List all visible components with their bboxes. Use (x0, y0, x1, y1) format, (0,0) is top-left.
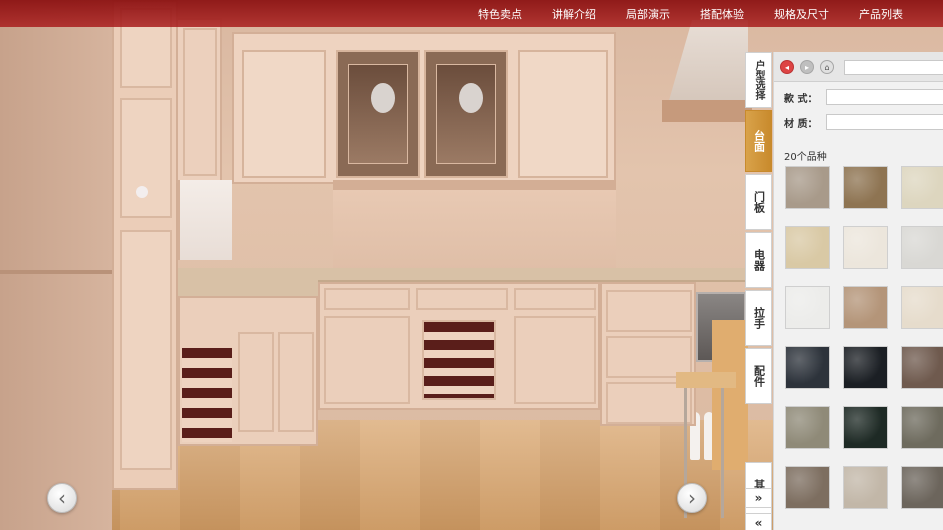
drawer-stack[interactable] (600, 282, 696, 426)
tab-handle[interactable]: 拉手 (745, 290, 772, 346)
tab-house-type[interactable]: 户型选择 (745, 52, 772, 108)
nav-item-match-experience[interactable]: 搭配体验 (700, 6, 744, 22)
material-panel: ◂ ▸ ⌂ 款 式： 材 质： 20个品种 (773, 52, 943, 530)
collapse-button[interactable]: « (745, 513, 772, 530)
panel-address-field[interactable] (844, 60, 943, 75)
nav-item-features[interactable]: 特色卖点 (478, 6, 522, 22)
material-swatch[interactable] (843, 346, 888, 389)
material-swatch[interactable] (843, 166, 888, 209)
chevron-right-icon: › (688, 486, 696, 510)
material-swatch[interactable] (785, 166, 830, 209)
wine-rack (182, 348, 232, 442)
style-select[interactable] (826, 89, 943, 105)
nav-menu: 特色卖点 讲解介绍 局部演示 搭配体验 规格及尺寸 产品列表 (478, 0, 903, 27)
variety-count: 20个品种 (784, 152, 827, 163)
upper-wall-cabinets[interactable] (232, 32, 616, 184)
tab-door-panel[interactable]: 门板 (745, 174, 772, 230)
material-swatch[interactable] (785, 466, 830, 509)
nav-item-partial-demo[interactable]: 局部演示 (626, 6, 670, 22)
chevron-left-icon: ‹ (58, 486, 66, 510)
tab-accessory[interactable]: 配件 (745, 348, 772, 404)
material-swatch[interactable] (785, 226, 830, 269)
double-chevron-left-icon: « (754, 516, 763, 530)
prev-arrow-button[interactable]: ‹ (47, 483, 77, 513)
category-tabs: 户型选择 台面 门板 电器 拉手 配件 其他 » « (745, 52, 772, 530)
material-select[interactable] (826, 114, 943, 130)
material-swatch[interactable] (843, 466, 888, 509)
material-swatch[interactable] (785, 406, 830, 449)
nav-item-specs[interactable]: 规格及尺寸 (774, 6, 829, 22)
cursor-icon (136, 186, 148, 198)
back-icon[interactable]: ◂ (780, 60, 794, 74)
tall-pantry-cabinet[interactable] (112, 0, 178, 490)
upper-left-cabinet[interactable] (176, 18, 222, 183)
nav-item-explain[interactable]: 讲解介绍 (552, 6, 596, 22)
style-label: 款 式： (784, 94, 818, 105)
tab-appliance[interactable]: 电器 (745, 232, 772, 288)
material-swatch[interactable] (843, 286, 888, 329)
material-swatch[interactable] (901, 226, 943, 269)
material-swatch[interactable] (843, 226, 888, 269)
top-nav-bar: 特色卖点 讲解介绍 局部演示 搭配体验 规格及尺寸 产品列表 (0, 0, 943, 27)
glass-cabinet-door (336, 50, 420, 178)
window-curtain (178, 180, 232, 260)
material-swatch[interactable] (785, 286, 830, 329)
material-swatch[interactable] (901, 406, 943, 449)
backsplash (333, 190, 742, 460)
left-wall (0, 0, 112, 530)
material-swatch[interactable] (901, 286, 943, 329)
material-swatch[interactable] (843, 406, 888, 449)
material-swatch[interactable] (901, 466, 943, 509)
lower-left-cabinets[interactable] (178, 296, 318, 446)
wine-rack (422, 320, 496, 400)
nav-item-product-list[interactable]: 产品列表 (859, 6, 903, 22)
panel-toolbar: ◂ ▸ ⌂ (774, 52, 943, 82)
material-swatch[interactable] (901, 346, 943, 389)
double-chevron-right-icon: » (754, 491, 763, 505)
forward-icon[interactable]: ▸ (800, 60, 814, 74)
material-swatch[interactable] (901, 166, 943, 209)
countertop-left[interactable] (178, 276, 318, 296)
home-icon[interactable]: ⌂ (820, 60, 834, 74)
tab-countertop[interactable]: 台面 (745, 110, 772, 172)
material-swatch[interactable] (785, 346, 830, 389)
glass-cabinet-door (424, 50, 508, 178)
next-arrow-button[interactable]: › (677, 483, 707, 513)
lower-base-cabinets[interactable] (318, 282, 600, 410)
expand-button[interactable]: » (745, 488, 772, 508)
material-label: 材 质： (784, 119, 818, 130)
